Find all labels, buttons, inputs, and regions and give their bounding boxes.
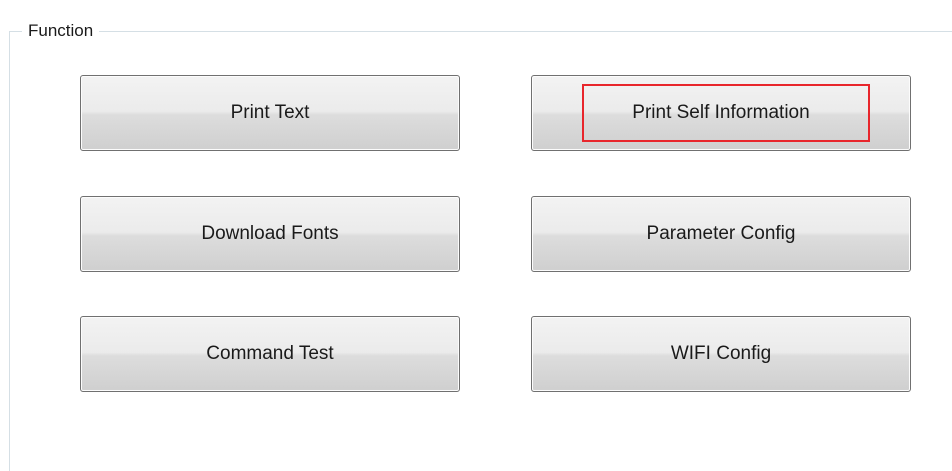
wifi-config-label: WIFI Config (670, 343, 772, 364)
print-self-information-button[interactable]: Print Self Information (531, 75, 911, 151)
function-group-title: Function (22, 20, 100, 42)
print-text-button[interactable]: Print Text (80, 75, 460, 151)
parameter-config-label: Parameter Config (646, 223, 796, 244)
print-self-information-label: Print Self Information (632, 102, 810, 123)
command-test-button[interactable]: Command Test (80, 316, 460, 392)
command-test-label: Command Test (206, 343, 334, 364)
download-fonts-button[interactable]: Download Fonts (80, 196, 460, 272)
download-fonts-label: Download Fonts (201, 223, 339, 244)
parameter-config-button[interactable]: Parameter Config (531, 196, 911, 272)
wifi-config-button[interactable]: WIFI Config (531, 316, 911, 392)
print-text-label: Print Text (230, 102, 310, 123)
